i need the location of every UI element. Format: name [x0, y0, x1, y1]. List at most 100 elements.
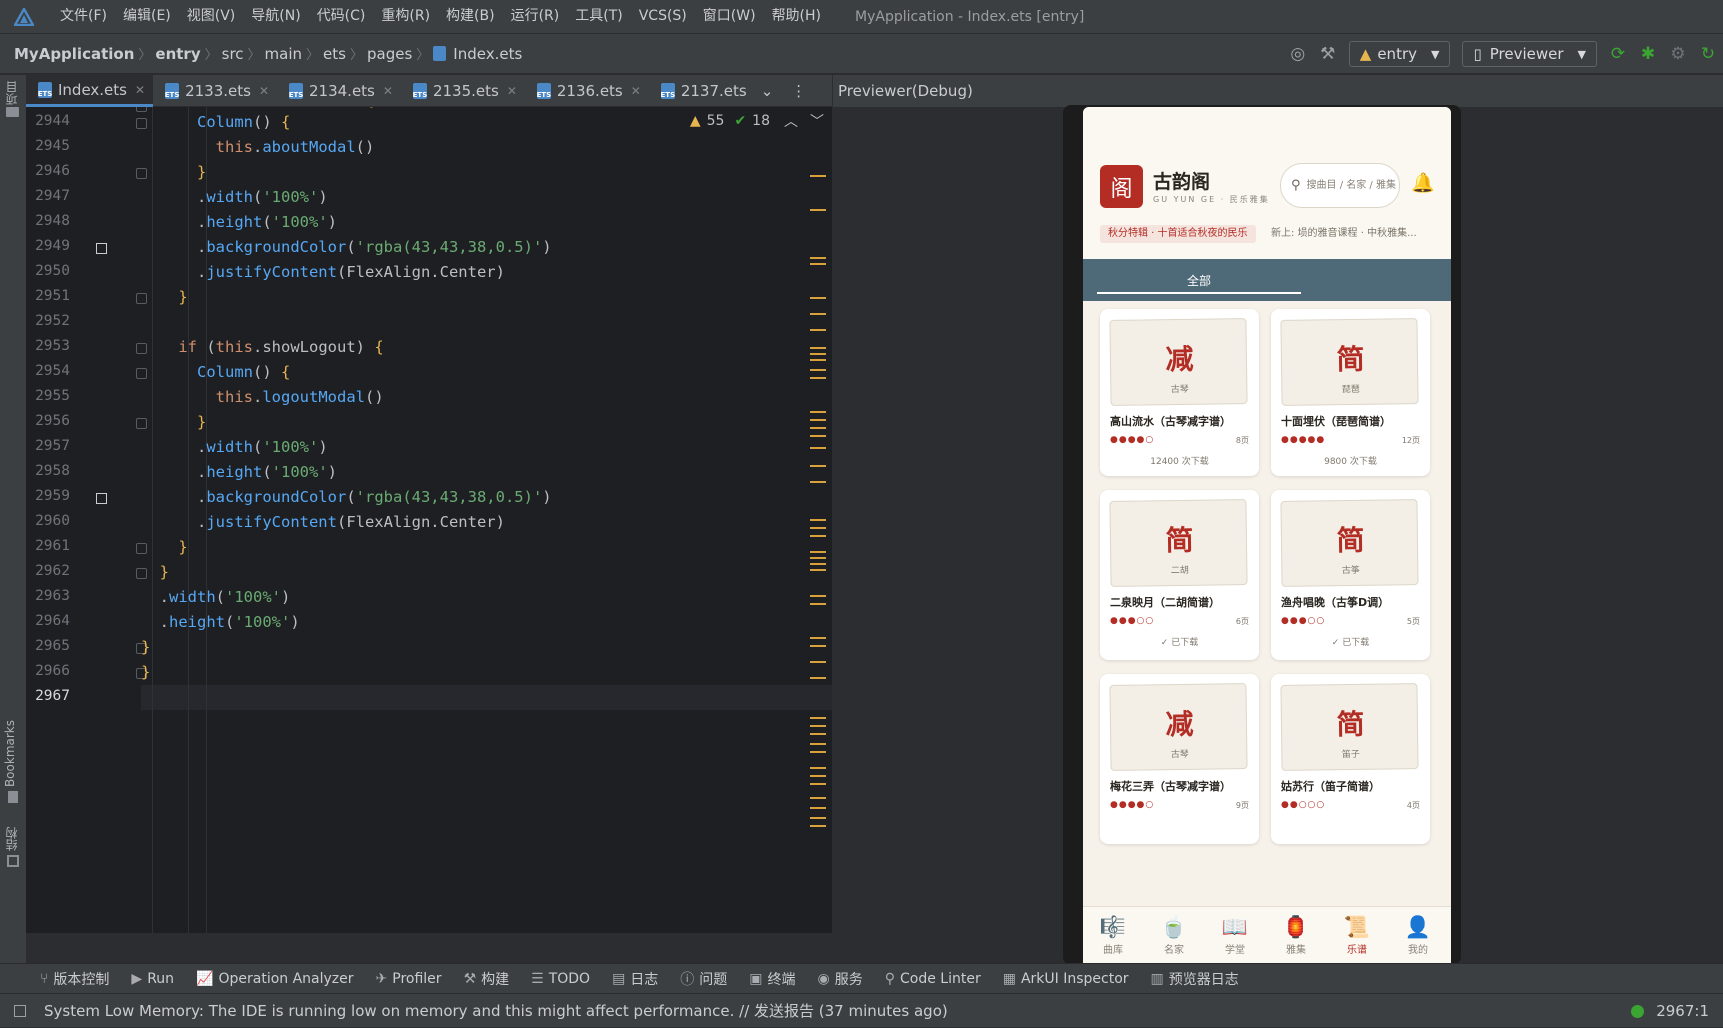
score-card[interactable]: 简古筝 渔舟唱晚（古筝D调） ●●●○○ 5页 ✓ 已下载	[1271, 490, 1430, 660]
vcs-tool-button[interactable]: ⑂ 版本控制	[40, 969, 109, 989]
warning-marker[interactable]	[810, 481, 826, 483]
warning-marker[interactable]	[810, 807, 826, 809]
warning-marker[interactable]	[810, 677, 826, 679]
menu-edit[interactable]: 编辑(E)	[115, 0, 179, 33]
menu-refactor[interactable]: 重构(R)	[373, 0, 438, 33]
apply-changes-icon[interactable]: ↻	[1693, 39, 1723, 69]
build-tool-button[interactable]: ⚒ 构建	[464, 969, 510, 989]
tab-index-ets[interactable]: ETS Index.ets ✕	[26, 75, 154, 107]
warning-marker[interactable]	[810, 519, 826, 521]
device-select[interactable]: ▯ Previewer ▼	[1462, 41, 1597, 67]
warning-marker[interactable]	[810, 603, 826, 605]
warning-marker[interactable]	[810, 313, 826, 315]
attach-debugger-icon[interactable]: ⚙	[1663, 39, 1693, 69]
bell-icon[interactable]: 🔔	[1411, 171, 1435, 194]
debug-icon[interactable]: ✱	[1633, 39, 1663, 69]
menu-help[interactable]: 帮助(H)	[764, 0, 829, 33]
warning-marker[interactable]	[810, 797, 826, 799]
warning-marker[interactable]	[810, 817, 826, 819]
warning-marker[interactable]	[810, 377, 826, 379]
warning-marker[interactable]	[810, 209, 826, 211]
code-linter-button[interactable]: ⚲ Code Linter	[885, 971, 981, 987]
menu-tools[interactable]: 工具(T)	[567, 0, 630, 33]
menu-file[interactable]: 文件(F)	[52, 0, 115, 33]
operation-analyzer-button[interactable]: 📈 Operation Analyzer	[196, 971, 353, 987]
tab-scores[interactable]: 📜 乐谱	[1327, 913, 1387, 956]
structure-icon[interactable]	[7, 855, 19, 867]
warning-marker[interactable]	[810, 427, 826, 429]
tab-academy[interactable]: 📖 学堂	[1205, 913, 1265, 956]
warning-marker[interactable]	[810, 411, 826, 413]
warning-marker[interactable]	[810, 353, 826, 355]
warning-marker[interactable]	[810, 557, 826, 559]
target-icon[interactable]: ◎	[1283, 39, 1313, 69]
problems-tool-button[interactable]: ⓘ 问题	[680, 969, 727, 989]
warning-marker[interactable]	[810, 465, 826, 467]
tab-all[interactable]: 全部	[1187, 272, 1211, 289]
warning-marker[interactable]	[810, 419, 826, 421]
warning-marker[interactable]	[810, 783, 826, 785]
caret-position[interactable]: 2967:1	[1656, 1002, 1709, 1020]
code-area[interactable]: if (this.showAbout) { Column() { this.ab…	[141, 107, 832, 933]
score-card[interactable]: 简二胡 二泉映月（二胡简谱） ●●●○○ 6页 ✓ 已下载	[1100, 490, 1259, 660]
terminal-tool-button[interactable]: ▣ 终端	[749, 969, 795, 989]
warning-marker[interactable]	[810, 717, 826, 719]
project-tool-button[interactable]: 项目	[3, 81, 20, 105]
device-screen[interactable]: 阁 古韵阁 GU YUN GE · 民乐雅集 ⚲ 搜曲目 / 名家 / 雅集 🔔…	[1083, 107, 1451, 966]
warning-marker[interactable]	[810, 825, 826, 827]
featured-tag[interactable]: 秋分特辑 · 十首适合秋夜的民乐	[1100, 225, 1256, 243]
chevron-down-icon[interactable]: ﹀	[810, 111, 824, 131]
warning-marker[interactable]	[810, 751, 826, 753]
structure-tool-button[interactable]: 结构	[3, 827, 20, 851]
close-icon[interactable]: ✕	[507, 84, 517, 98]
tab-masters[interactable]: 🍵 名家	[1144, 913, 1204, 956]
services-tool-button[interactable]: ◉ 服务	[818, 969, 863, 989]
folder-icon[interactable]	[6, 107, 19, 117]
search-input[interactable]: ⚲ 搜曲目 / 名家 / 雅集	[1280, 163, 1400, 208]
warning-marker[interactable]	[810, 257, 826, 259]
breadcrumb-main[interactable]: main	[261, 45, 306, 63]
breadcrumb-file[interactable]: Index.ets	[449, 45, 526, 63]
tabs-more-button[interactable]: ⋮	[783, 75, 814, 107]
warning-marker[interactable]	[810, 297, 826, 299]
arkui-inspector-button[interactable]: ▦ ArkUI Inspector	[1003, 971, 1129, 987]
menu-window[interactable]: 窗口(W)	[695, 0, 764, 33]
breadcrumb-src[interactable]: src	[218, 45, 248, 63]
warning-marker[interactable]	[810, 725, 826, 727]
score-card[interactable]: 减古琴 高山流水（古琴减字谱） ●●●●○ 8页 12400 次下载	[1100, 309, 1259, 476]
warning-marker[interactable]	[810, 637, 826, 639]
log-tool-button[interactable]: ▤ 日志	[612, 969, 658, 989]
run-tool-button[interactable]: ▶ Run	[131, 971, 174, 987]
profiler-button[interactable]: ✈ Profiler	[376, 971, 442, 987]
bookmark-icon[interactable]	[8, 791, 18, 803]
warning-marker[interactable]	[810, 661, 826, 663]
warning-marker[interactable]	[810, 175, 826, 177]
close-icon[interactable]: ✕	[259, 84, 269, 98]
warning-marker[interactable]	[810, 767, 826, 769]
reload-icon[interactable]: ⟳	[1603, 39, 1633, 69]
menu-run[interactable]: 运行(R)	[503, 0, 568, 33]
menu-navigate[interactable]: 导航(N)	[243, 0, 308, 33]
warning-marker[interactable]	[810, 329, 826, 331]
breadcrumb-module[interactable]: entry	[151, 45, 204, 63]
close-icon[interactable]: ✕	[135, 83, 145, 97]
warning-marker[interactable]	[810, 263, 826, 265]
todo-tool-button[interactable]: ☰ TODO	[531, 971, 590, 987]
bookmarks-tool-button[interactable]: Bookmarks	[3, 720, 17, 787]
warning-marker[interactable]	[810, 359, 826, 361]
status-ok-icon[interactable]	[1631, 1004, 1645, 1018]
warning-marker[interactable]	[810, 369, 826, 371]
color-swatch-icon[interactable]	[96, 493, 107, 504]
breadcrumb-ets[interactable]: ets	[319, 45, 350, 63]
panel-toggle-icon[interactable]	[14, 1004, 26, 1017]
run-config-select[interactable]: ▲ entry ▼	[1348, 41, 1451, 67]
warning-marker[interactable]	[810, 563, 826, 565]
warning-marker[interactable]	[810, 551, 826, 553]
close-icon[interactable]: ✕	[631, 84, 641, 98]
warning-marker[interactable]	[810, 447, 826, 449]
warning-marker[interactable]	[810, 743, 826, 745]
tab-2135-ets[interactable]: ETS 2135.ets ✕	[401, 75, 525, 107]
tabs-overflow-button[interactable]: ⌄	[751, 75, 784, 107]
score-card[interactable]: 简笛子 姑苏行（笛子简谱） ●●○○○ 4页	[1271, 674, 1430, 844]
close-icon[interactable]: ✕	[383, 84, 393, 98]
